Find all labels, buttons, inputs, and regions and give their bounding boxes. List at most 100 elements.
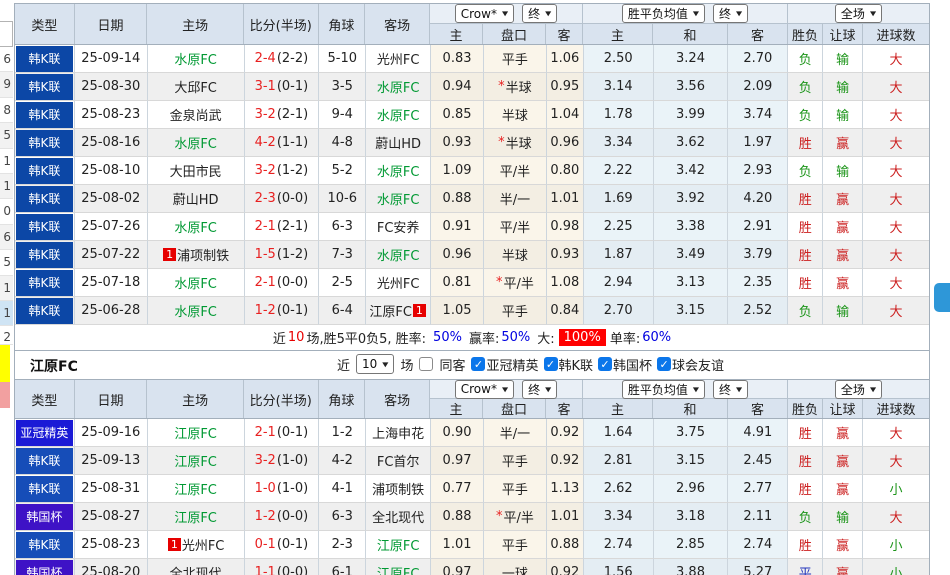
league-filter-checkbox[interactable]: ✓ [657, 357, 671, 371]
scope-select[interactable]: 全场▼ [835, 380, 882, 399]
result-wdl-cell: 胜 [788, 241, 823, 269]
mean-draw-odds-cell: 3.92 [654, 185, 729, 213]
clipped-odds-digit: 1 [0, 276, 13, 301]
mean-draw-odds-cell: 2.85 [654, 531, 729, 559]
handicap-line-cell: 一球 [484, 559, 547, 575]
league-filter-checkbox[interactable]: ✓ [544, 357, 558, 371]
mean-away-odds-cell: 4.91 [728, 419, 788, 447]
handicap-line-cell: 平手 [484, 447, 547, 475]
match-row: 韩K联25-08-31江原FC1-0(1-0)4-1浦项制铁0.77平手1.13… [15, 475, 929, 503]
league-filter-item: ✓韩K联 [544, 355, 594, 374]
col-corner: 角球 [319, 380, 366, 418]
score-cell: 4-2(1-1) [245, 129, 320, 157]
result-wdl-cell: 胜 [788, 269, 823, 297]
league-badge-cell: 韩K联 [15, 297, 75, 325]
mean-away-odds-cell: 2.09 [728, 73, 788, 101]
chevron-down-icon: ▼ [693, 10, 699, 17]
avg-time-select[interactable]: 终▼ [713, 380, 748, 399]
away-team-cell: 浦项制铁 [366, 475, 431, 503]
mean-home-odds-cell: 2.70 [584, 297, 654, 325]
away-team-cell: 江原FC [366, 559, 431, 575]
scope-select[interactable]: 全场▼ [835, 4, 882, 23]
date-cell: 25-07-26 [75, 213, 148, 241]
col-result-wdl: 胜负 [788, 399, 823, 418]
result-goals-cell: 大 [863, 419, 929, 447]
score-cell: 2-3(0-0) [245, 185, 320, 213]
match-stats-page: 698511065112 类型 日期 主场 比分(半场) 角球 客场 Crow*… [0, 0, 950, 575]
league-badge-cell: 韩国杯 [15, 559, 75, 575]
away-team-cell: 水原FC [366, 241, 431, 269]
avg-odds-select[interactable]: 胜平负均值▼ [622, 380, 705, 399]
league-filter-label: 亚冠精英 [486, 355, 538, 374]
handicap-home-odds-cell: 0.90 [431, 419, 484, 447]
slide-panel-button[interactable] [934, 283, 950, 312]
avg-odds-select[interactable]: 胜平负均值▼ [622, 4, 705, 23]
col-result-goals: 进球数 [863, 24, 929, 44]
handicap-home-odds-cell: 0.85 [431, 101, 484, 129]
away-team-cell: 光州FC [366, 45, 431, 73]
col-result-handicap: 让球 [823, 24, 863, 44]
corner-cell: 5-10 [319, 45, 366, 73]
same-away-checkbox[interactable] [419, 357, 433, 371]
near-count-select[interactable]: 10▼ [356, 354, 394, 374]
over-rate-badge: 100% [559, 329, 606, 346]
mean-draw-odds-cell: 3.13 [654, 269, 729, 297]
handicap-away-odds-cell: 0.84 [547, 297, 584, 325]
league-filter-item: ✓亚冠精英 [471, 355, 538, 374]
league-filter-checkbox[interactable]: ✓ [598, 357, 612, 371]
score-cell: 1-2(0-0) [245, 503, 320, 531]
score-cell: 0-1(0-1) [245, 531, 320, 559]
score-cell: 2-4(2-2) [245, 45, 320, 73]
score-cell: 3-2(1-0) [245, 447, 320, 475]
handicap-line-cell: 平手 [484, 45, 547, 73]
mean-home-odds-cell: 3.34 [584, 129, 654, 157]
result-goals-cell: 大 [863, 129, 929, 157]
result-goals-cell: 小 [863, 559, 929, 575]
corner-cell: 2-3 [319, 531, 366, 559]
result-handicap-cell: 赢 [823, 531, 863, 559]
league-badge-cell: 韩K联 [15, 45, 75, 73]
handicap-home-odds-cell: 0.94 [431, 73, 484, 101]
corner-cell: 6-1 [319, 559, 366, 575]
handicap-away-odds-cell: 1.08 [547, 269, 584, 297]
result-handicap-cell: 输 [823, 73, 863, 101]
league-badge-cell: 韩K联 [15, 531, 75, 559]
col-score: 比分(半场) [244, 4, 319, 44]
result-goals-cell: 大 [863, 241, 929, 269]
win-rate: 50% [433, 330, 462, 345]
col-home: 主场 [147, 380, 244, 418]
mean-away-odds-cell: 1.97 [728, 129, 788, 157]
date-cell: 25-07-22 [75, 241, 148, 269]
bookmaker-select[interactable]: Crow*▼ [455, 4, 514, 23]
mean-draw-odds-cell: 3.62 [654, 129, 729, 157]
handicap-away-odds-cell: 0.92 [547, 419, 584, 447]
yellow-legend-swatch [0, 345, 10, 382]
mean-draw-odds-cell: 3.49 [654, 241, 729, 269]
avg-time-select[interactable]: 终▼ [713, 4, 748, 23]
league-badge-cell: 韩K联 [15, 213, 75, 241]
odds-time-select[interactable]: 终▼ [522, 4, 557, 23]
score-cell: 2-1(0-1) [245, 419, 320, 447]
date-cell: 25-08-20 [75, 559, 148, 575]
handicap-away-odds-cell: 0.88 [547, 531, 584, 559]
handicap-home-odds-cell: 1.05 [431, 297, 484, 325]
bookmaker-select[interactable]: Crow*▼ [455, 380, 514, 399]
col-result-wdl: 胜负 [788, 24, 823, 44]
home-team-cell: 水原FC [148, 269, 245, 297]
corner-cell: 6-3 [319, 213, 366, 241]
mean-home-odds-cell: 1.69 [584, 185, 654, 213]
league-badge-cell: 韩K联 [15, 129, 75, 157]
result-goals-cell: 大 [863, 101, 929, 129]
home-team-cell: 1浦项制铁 [148, 241, 245, 269]
result-goals-cell: 大 [863, 503, 929, 531]
odds-time-select[interactable]: 终▼ [522, 380, 557, 399]
home-team-cell: 水原FC [148, 297, 245, 325]
league-badge-cell: 韩国杯 [15, 503, 75, 531]
score-cell: 2-1(2-1) [245, 213, 320, 241]
league-filter-checkbox[interactable]: ✓ [471, 357, 485, 371]
score-cell: 1-0(1-0) [245, 475, 320, 503]
handicap-line-cell: *平/半 [484, 269, 547, 297]
league-filter-label: 韩K联 [559, 355, 594, 374]
result-wdl-cell: 胜 [788, 213, 823, 241]
mean-draw-odds-cell: 3.56 [654, 73, 729, 101]
